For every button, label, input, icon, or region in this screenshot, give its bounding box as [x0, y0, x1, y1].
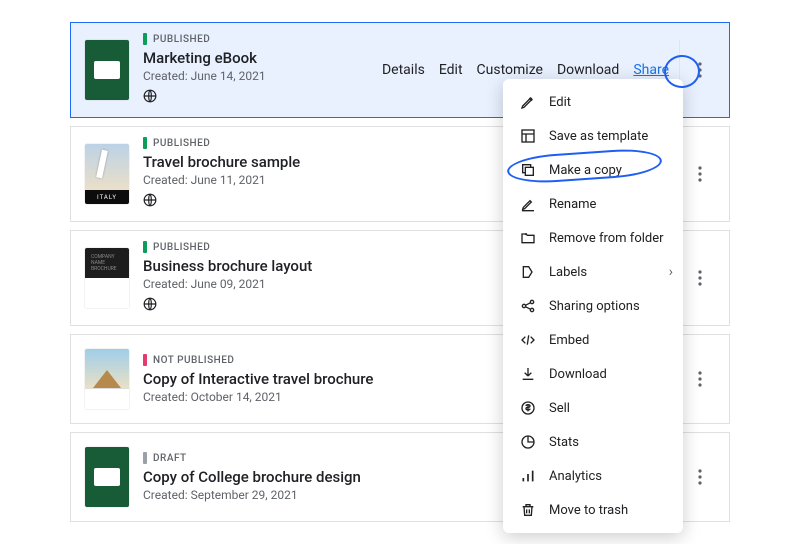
- menu-download[interactable]: Download: [503, 357, 683, 391]
- status-text: PUBLISHED: [153, 34, 210, 45]
- stats-icon: [519, 433, 537, 451]
- status-indicator: DRAFT: [143, 452, 558, 464]
- template-icon: [519, 127, 537, 145]
- project-info: DRAFT Copy of College brochure design Cr…: [143, 452, 558, 502]
- details-button[interactable]: Details: [382, 62, 425, 78]
- edit-button[interactable]: Edit: [439, 62, 463, 78]
- kebab-icon: [698, 270, 702, 286]
- project-thumbnail: [85, 349, 129, 409]
- kebab-icon: [698, 62, 702, 78]
- menu-analytics[interactable]: Analytics: [503, 459, 683, 493]
- globe-icon: [143, 89, 382, 107]
- chevron-right-icon: ›: [669, 264, 673, 280]
- project-thumbnail: [85, 447, 129, 507]
- menu-save-template[interactable]: Save as template: [503, 119, 683, 153]
- more-actions-button[interactable]: [679, 447, 719, 507]
- menu-sell[interactable]: Sell: [503, 391, 683, 425]
- status-indicator: PUBLISHED: [143, 33, 382, 45]
- created-line: Created: October 14, 2021: [143, 390, 558, 404]
- project-title: Copy of Interactive travel brochure: [143, 370, 558, 388]
- created-line: Created: June 09, 2021: [143, 277, 558, 291]
- remove-folder-icon: [519, 229, 537, 247]
- created-line: Created: September 29, 2021: [143, 488, 558, 502]
- project-info: PUBLISHED Marketing eBook Created: June …: [143, 33, 382, 107]
- more-actions-button[interactable]: [679, 349, 719, 409]
- analytics-icon: [519, 467, 537, 485]
- created-line: Created: June 11, 2021: [143, 173, 558, 187]
- menu-rename[interactable]: Rename: [503, 187, 683, 221]
- sell-icon: [519, 399, 537, 417]
- project-info: NOT PUBLISHED Copy of Interactive travel…: [143, 354, 558, 404]
- project-title: Copy of College brochure design: [143, 468, 558, 486]
- label-icon: [519, 263, 537, 281]
- rename-icon: [519, 195, 537, 213]
- globe-icon: [143, 193, 558, 211]
- status-text: PUBLISHED: [153, 242, 210, 253]
- status-text: NOT PUBLISHED: [153, 355, 234, 366]
- kebab-icon: [698, 469, 702, 485]
- download-icon: [519, 365, 537, 383]
- status-indicator: PUBLISHED: [143, 241, 558, 253]
- customize-button[interactable]: Customize: [477, 62, 543, 78]
- status-text: DRAFT: [153, 453, 187, 464]
- project-title: Travel brochure sample: [143, 153, 558, 171]
- more-actions-button[interactable]: [679, 40, 719, 100]
- copy-icon: [519, 161, 537, 179]
- trash-icon: [519, 501, 537, 519]
- share-link[interactable]: Share: [633, 62, 669, 78]
- more-actions-button[interactable]: [679, 248, 719, 308]
- globe-icon: [143, 297, 558, 315]
- menu-embed[interactable]: Embed: [503, 323, 683, 357]
- status-text: PUBLISHED: [153, 138, 210, 149]
- created-line: Created: June 14, 2021: [143, 69, 382, 83]
- status-bar-icon: [143, 354, 147, 366]
- project-title: Business brochure layout: [143, 257, 558, 275]
- status-indicator: NOT PUBLISHED: [143, 354, 558, 366]
- download-button[interactable]: Download: [557, 62, 619, 78]
- embed-icon: [519, 331, 537, 349]
- status-indicator: PUBLISHED: [143, 137, 558, 149]
- share-icon: [519, 297, 537, 315]
- status-bar-icon: [143, 33, 147, 45]
- pencil-icon: [519, 93, 537, 111]
- menu-make-copy[interactable]: Make a copy: [503, 153, 683, 187]
- project-thumbnail: [85, 40, 129, 100]
- more-actions-button[interactable]: [679, 144, 719, 204]
- kebab-icon: [698, 371, 702, 387]
- menu-sharing[interactable]: Sharing options: [503, 289, 683, 323]
- menu-remove-folder[interactable]: Remove from folder: [503, 221, 683, 255]
- project-title: Marketing eBook: [143, 49, 382, 67]
- menu-edit[interactable]: Edit: [503, 85, 683, 119]
- menu-labels[interactable]: Labels ›: [503, 255, 683, 289]
- menu-stats[interactable]: Stats: [503, 425, 683, 459]
- status-bar-icon: [143, 137, 147, 149]
- project-thumbnail: COMPANY NAMEBROCHURE: [85, 248, 129, 308]
- project-info: PUBLISHED Business brochure layout Creat…: [143, 241, 558, 315]
- kebab-icon: [698, 166, 702, 182]
- menu-trash[interactable]: Move to trash: [503, 493, 683, 527]
- status-bar-icon: [143, 452, 147, 464]
- row-actions: Details Edit Customize Download Share: [382, 62, 669, 78]
- status-bar-icon: [143, 241, 147, 253]
- project-thumbnail: ITALY: [85, 144, 129, 204]
- project-info: PUBLISHED Travel brochure sample Created…: [143, 137, 558, 211]
- more-actions-menu: Edit Save as template Make a copy Rename…: [503, 79, 683, 533]
